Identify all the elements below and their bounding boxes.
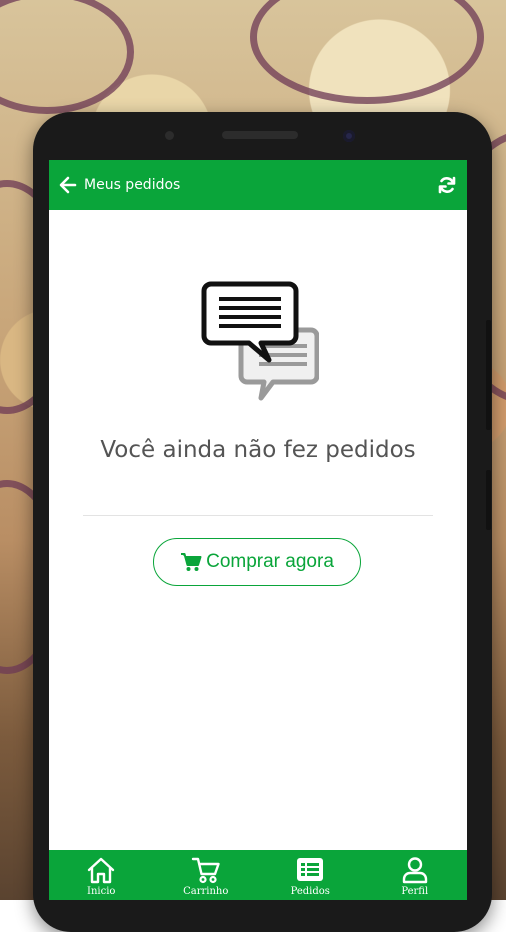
nav-label: Carrinho <box>183 886 229 897</box>
nav-label: Pedidos <box>290 886 330 897</box>
nav-label: Inicio <box>87 886 116 897</box>
nav-item-inicio[interactable]: Inicio <box>49 850 154 900</box>
phone-side-button <box>486 320 491 430</box>
app-screen: Meus pedidos Você ainda não fez pedidos … <box>49 160 467 900</box>
buy-now-button[interactable]: Comprar agora <box>153 538 361 586</box>
chat-messages-icon <box>201 281 319 401</box>
user-icon <box>402 857 427 884</box>
nav-label: Perfil <box>401 886 429 897</box>
phone-sensor <box>165 131 174 140</box>
bottom-navigation: Inicio Carrinho Pedidos Perfil <box>49 850 467 900</box>
shopping-cart-icon <box>181 553 202 571</box>
list-icon <box>297 858 324 881</box>
buy-now-label: Comprar agora <box>206 551 334 572</box>
home-icon <box>88 857 115 884</box>
nav-item-perfil[interactable]: Perfil <box>363 850 468 900</box>
refresh-icon[interactable] <box>437 175 457 195</box>
nav-item-carrinho[interactable]: Carrinho <box>154 850 259 900</box>
phone-camera <box>343 130 355 142</box>
phone-side-button <box>486 470 491 530</box>
arrow-left-icon[interactable] <box>59 176 77 194</box>
cart-icon <box>191 857 220 884</box>
nav-item-pedidos[interactable]: Pedidos <box>258 850 363 900</box>
page-title: Meus pedidos <box>84 177 181 193</box>
phone-speaker <box>222 131 298 139</box>
divider <box>83 515 433 516</box>
app-bar: Meus pedidos <box>49 160 467 210</box>
empty-state-message: Você ainda não fez pedidos <box>100 437 416 463</box>
